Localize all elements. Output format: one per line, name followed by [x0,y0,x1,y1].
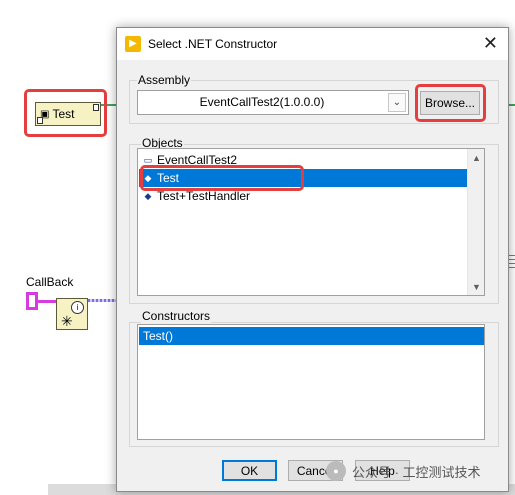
class-icon: ◆ [144,190,152,201]
highlight-test-item [140,165,304,191]
watermark-text: 公众号 · 工控测试技术 [352,464,481,480]
watermark: ● 公众号 · 工控测试技术 [326,461,481,481]
assembly-label: Assembly [137,73,192,87]
labview-app-icon: ▶ [125,36,141,52]
dialog-title: Select .NET Constructor [148,37,278,51]
constructor-item-test[interactable]: Test() [139,327,484,345]
dialog-titlebar[interactable]: ▶ Select .NET Constructor ✕ [117,28,508,60]
objects-scrollbar[interactable]: ▲ ▼ [467,149,484,295]
callback-terminal[interactable] [26,292,38,310]
scroll-down-icon[interactable]: ▼ [468,278,484,295]
callback-label: CallBack [26,275,74,289]
select-net-constructor-dialog: ▶ Select .NET Constructor ✕ Assembly Eve… [116,27,509,492]
close-icon[interactable]: ✕ [483,34,498,52]
highlight-test-node [24,89,107,137]
register-callback-node[interactable]: i ✳ [56,298,88,330]
constructors-listbox[interactable]: Test() [137,324,485,440]
assembly-value: EventCallTest2(1.0.0.0) [199,95,325,109]
wechat-logo-icon: ● [326,461,346,481]
constructors-label: Constructors [141,309,212,323]
callback-info-icon: i [71,301,84,314]
refnum-wire [88,299,118,302]
highlight-browse-button [415,84,486,122]
chevron-down-icon[interactable]: ⌄ [388,93,406,112]
constructor-item-label: Test() [143,329,173,343]
objects-item-label: Test+TestHandler [157,189,251,203]
scroll-up-icon[interactable]: ▲ [468,149,484,166]
namespace-icon: ▭ [143,154,153,165]
assembly-combobox[interactable]: EventCallTest2(1.0.0.0) ⌄ [137,90,409,115]
ok-button[interactable]: OK [222,460,277,481]
callback-wire [38,300,56,303]
event-icon: ✳ [61,313,73,329]
